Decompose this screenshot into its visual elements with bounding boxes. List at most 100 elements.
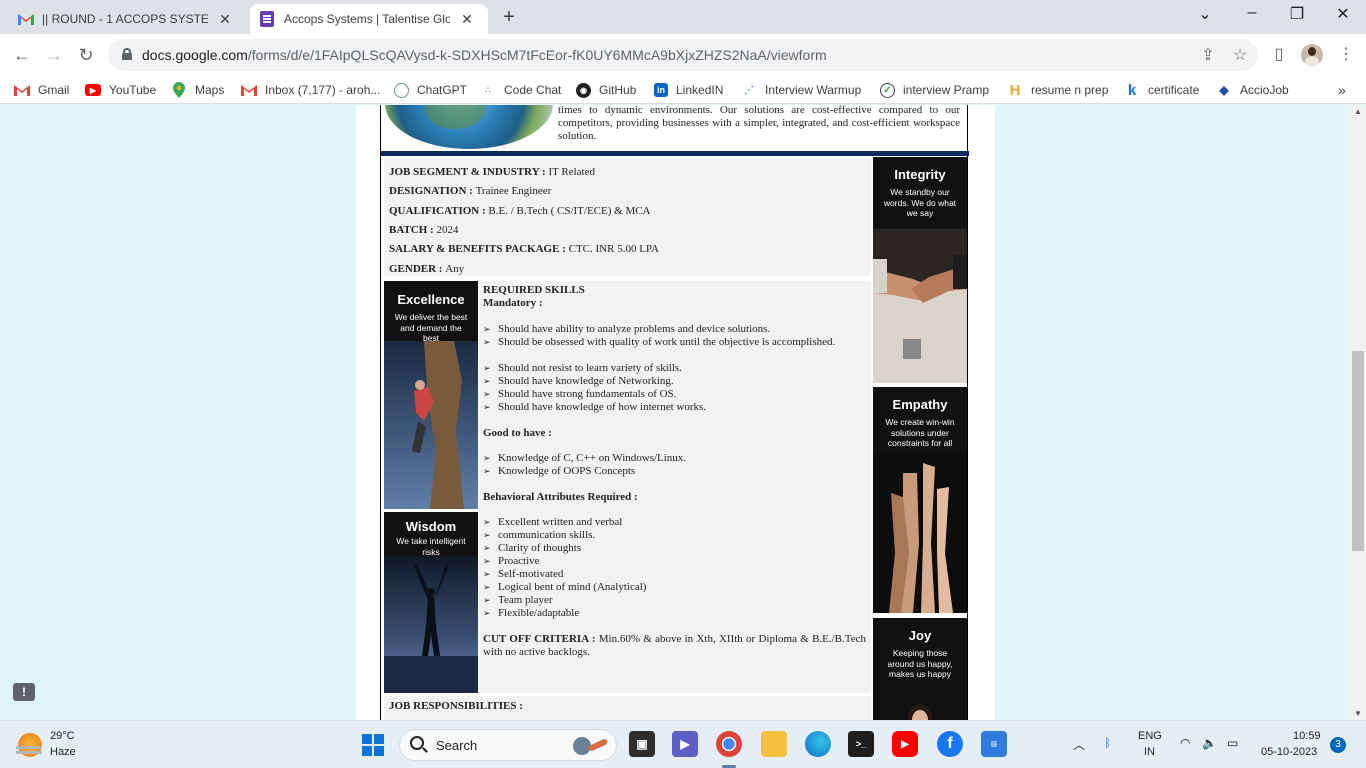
scroll-down-icon[interactable]: ▼: [1354, 709, 1362, 718]
list-item: Knowledge of C, C++ on Windows/Linux.: [483, 452, 865, 465]
language-bottom[interactable]: IN: [1144, 746, 1155, 758]
bluetooth-icon[interactable]: ᛒ: [1104, 736, 1111, 750]
window-close-icon[interactable]: ✕: [1331, 4, 1355, 24]
language-top[interactable]: ENG: [1138, 730, 1162, 742]
maps-icon: [171, 82, 187, 98]
tab-strip: || ROUND - 1 ACCOPS SYSTEMS ✕ Accops Sys…: [0, 0, 1366, 34]
bookmark-github[interactable]: ◉ GitHub: [576, 81, 636, 99]
info-batch: BATCH : 2024: [389, 224, 459, 236]
cutoff-criteria: CUT OFF CRITERIA : Min.60% & above in Xt…: [483, 633, 866, 658]
windows-start-icon[interactable]: [362, 734, 384, 756]
tray-overflow-icon[interactable]: ︿: [1073, 736, 1085, 753]
stacked-hands-image: [873, 453, 967, 613]
behavioral-heading: Behavioral Attributes Required :: [483, 491, 638, 503]
bookmark-interview-warmup[interactable]: ⋰ Interview Warmup: [741, 81, 861, 99]
page-scrollbar[interactable]: ▲ ▼: [1350, 105, 1366, 720]
bookmark-youtube[interactable]: ▶ YouTube: [85, 81, 156, 99]
minimize-icon[interactable]: –: [1240, 4, 1264, 22]
edge-icon[interactable]: [805, 731, 831, 757]
list-item: Excellent written and verbal: [483, 516, 865, 529]
info-designation: DESIGNATION : Trainee Engineer: [389, 185, 552, 197]
bookmark-star-icon[interactable]: ☆: [1230, 45, 1250, 65]
required-skills-heading: REQUIRED SKILLS: [483, 284, 585, 296]
bookmark-linkedin[interactable]: in LinkedIN: [654, 81, 723, 99]
chrome-icon[interactable]: [716, 731, 742, 757]
search-highlight-icon: [573, 737, 608, 755]
weather-condition[interactable]: Haze: [50, 746, 76, 758]
k-icon: k: [1127, 81, 1137, 99]
list-item: Should not resist to learn variety of sk…: [483, 362, 865, 375]
bookmark-gmail[interactable]: Gmail: [14, 81, 69, 99]
bookmark-maps[interactable]: Maps: [171, 81, 224, 99]
tab-round-1[interactable]: || ROUND - 1 ACCOPS SYSTEMS ✕: [8, 4, 248, 34]
terminal-icon[interactable]: >_: [848, 731, 874, 757]
list-item: Knowledge of OOPS Concepts: [483, 465, 865, 478]
bookmark-certificate[interactable]: k certificate: [1124, 81, 1200, 99]
file-explorer-icon[interactable]: [761, 731, 787, 757]
form-card: times to dynamic environments. Our solut…: [356, 105, 995, 720]
tab-search-chevron-icon[interactable]: ⌄: [1193, 4, 1217, 24]
list-item: Should have strong fundamentals of OS.: [483, 388, 865, 401]
tab-title: Accops Systems | Talentise Globe: [284, 12, 450, 26]
notification-badge[interactable]: 3: [1330, 737, 1346, 753]
google-forms-icon: [260, 11, 274, 27]
close-icon[interactable]: ✕: [460, 11, 474, 28]
teams-meet-icon[interactable]: ▶: [672, 731, 698, 757]
bookmark-inbox[interactable]: Inbox (7,177) - aroh...: [241, 81, 380, 99]
share-icon[interactable]: ⇪: [1198, 45, 1218, 65]
side-panel-icon[interactable]: ▯: [1268, 44, 1290, 64]
tab-accops[interactable]: Accops Systems | Talentise Globe ✕: [250, 4, 488, 34]
bookmark-acciojob[interactable]: ◆ AccioJob: [1216, 81, 1288, 99]
url-text: docs.google.com/forms/d/e/1FAIpQLScQAVys…: [142, 47, 827, 63]
close-icon[interactable]: ✕: [218, 11, 232, 28]
job-description-image: times to dynamic environments. Our solut…: [380, 105, 969, 720]
facebook-icon[interactable]: f: [937, 731, 963, 757]
back-icon[interactable]: ←: [10, 43, 34, 67]
reload-icon[interactable]: ↻: [74, 43, 98, 67]
clock-date[interactable]: 05-10-2023: [1261, 746, 1317, 758]
pramp-icon: ✓: [880, 82, 895, 98]
clock-time[interactable]: 10:59: [1293, 730, 1321, 742]
battery-icon[interactable]: ▭: [1227, 736, 1238, 750]
address-bar[interactable]: docs.google.com/forms/d/e/1FAIpQLScQAVys…: [108, 39, 1258, 71]
globe-image: [385, 105, 553, 149]
taskbar-search[interactable]: Search: [399, 729, 617, 761]
scroll-up-icon[interactable]: ▲: [1354, 107, 1362, 116]
bookmark-interview-pramp[interactable]: ✓ interview Pramp: [880, 81, 989, 99]
tab-title: || ROUND - 1 ACCOPS SYSTEMS: [42, 12, 208, 26]
scroll-thumb[interactable]: [1352, 351, 1364, 551]
bookmark-chatgpt[interactable]: ChatGPT: [394, 81, 467, 99]
notepad-icon[interactable]: ≡: [981, 731, 1007, 757]
bookmarks-overflow-icon[interactable]: »: [1338, 81, 1346, 99]
report-feedback-button[interactable]: !: [13, 683, 35, 701]
divider-bar: [381, 151, 969, 156]
bookmark-resume-n-prep[interactable]: H resume n prep: [1007, 81, 1109, 99]
forward-icon[interactable]: →: [42, 43, 66, 67]
weather-temperature[interactable]: 29°C: [50, 730, 75, 742]
info-salary: SALARY & BENEFITS PACKAGE : CTC. INR 5.0…: [389, 243, 659, 255]
bookmark-code-chat[interactable]: ∴ Code Chat: [480, 81, 561, 99]
windows-taskbar: 29°C Haze Search ▣ ▶ >_ ▶ f ≡ ︿ ᛒ ENG IN…: [0, 720, 1366, 768]
list-item: Flexible/adaptable: [483, 607, 865, 620]
h-icon: H: [1009, 81, 1021, 99]
value-panel-empathy: Empathy We create win-win solutions unde…: [873, 387, 967, 613]
page-viewport: times to dynamic environments. Our solut…: [0, 105, 1350, 720]
list-item: Should have ability to analyze problems …: [483, 323, 865, 336]
menu-kebab-icon[interactable]: ⋮: [1335, 44, 1357, 64]
mandatory-heading: Mandatory :: [483, 297, 543, 309]
restore-icon[interactable]: ❐: [1285, 4, 1309, 24]
task-view-icon[interactable]: ▣: [629, 731, 655, 757]
volume-icon[interactable]: 🔈: [1202, 736, 1217, 750]
youtube-icon[interactable]: ▶: [892, 731, 918, 757]
good-to-have-heading: Good to have :: [483, 427, 552, 439]
job-info-box: JOB SEGMENT & INDUSTRY : IT Related DESI…: [384, 158, 871, 276]
list-item: Should have knowledge of how internet wo…: [483, 401, 865, 414]
wifi-icon[interactable]: ◠: [1180, 736, 1190, 750]
job-responsibilities-box: JOB RESPONSIBILITIES :: [384, 696, 871, 720]
company-intro: times to dynamic environments. Our solut…: [381, 105, 969, 149]
new-tab-icon[interactable]: +: [498, 6, 520, 29]
warmup-icon: ⋰: [744, 84, 754, 96]
value-panel-excellence: Excellence We deliver the best and deman…: [384, 281, 478, 509]
weather-haze-icon[interactable]: [16, 733, 42, 757]
avatar[interactable]: [1301, 44, 1323, 66]
